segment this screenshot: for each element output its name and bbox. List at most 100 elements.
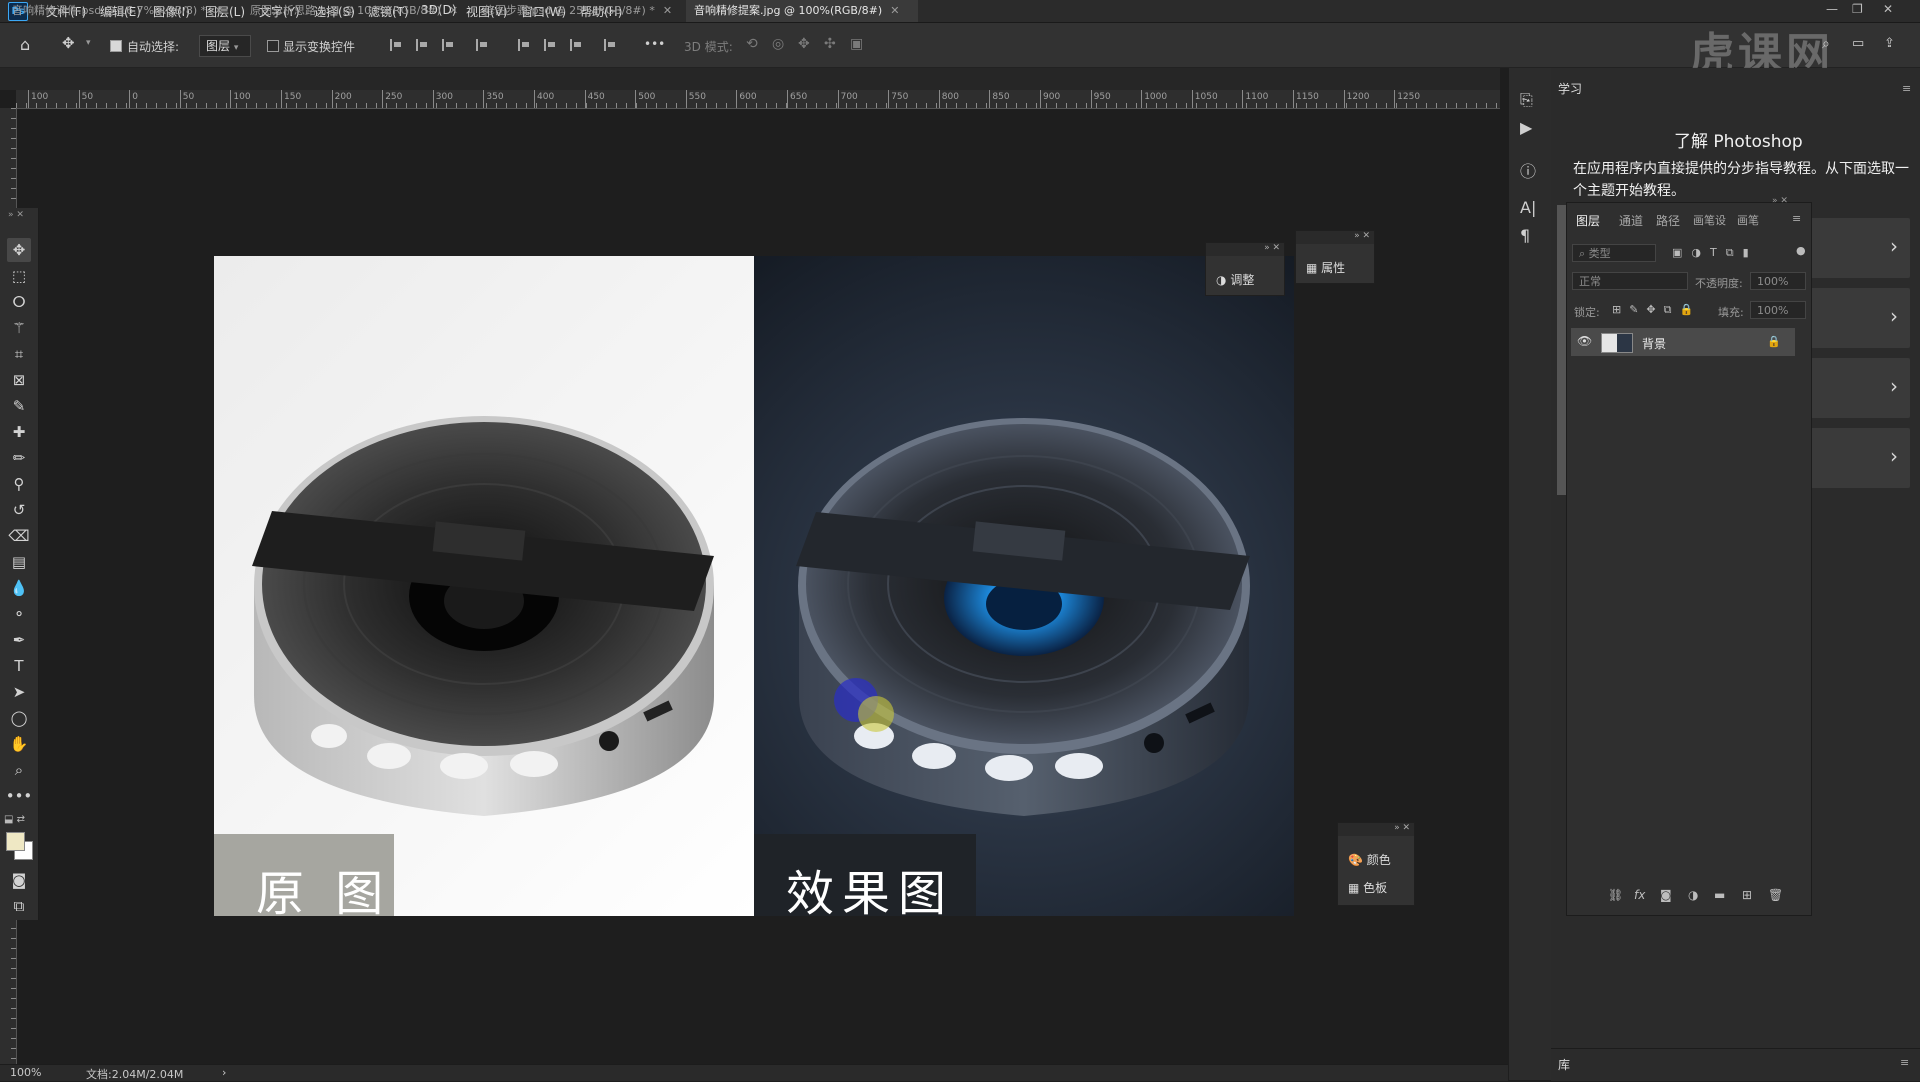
adjustment-layer-icon[interactable]: ◑ [1688,888,1698,902]
stamp-tool-icon[interactable]: ⚲ [7,472,31,496]
share-icon[interactable]: ⇪ [1884,36,1895,51]
move-tool-icon[interactable]: ✥ [7,238,31,262]
lock-icons[interactable]: ⊞✎✥⧉🔒 [1612,303,1701,317]
tab-paths[interactable]: 路径 [1656,212,1680,229]
collapse-icon[interactable]: » ✕ [1354,231,1370,241]
close-icon[interactable]: ✕ [449,4,458,17]
opacity-input[interactable]: 100% [1750,272,1806,290]
close-icon[interactable]: ✕ [1883,2,1893,16]
tab-retouch-steps[interactable]: 修图步骤.psd @ 25%(RGB/8#) * ✕ [480,0,694,22]
link-layers-icon[interactable]: ⛓ [1608,888,1623,902]
filter-icons[interactable]: ▣◑T⧉▮ [1672,246,1758,260]
blend-mode-select[interactable]: 正常 [1572,272,1688,290]
tab-proposal[interactable]: 音响精修提案.jpg @ 100%(RGB/8#) ✕ [686,0,918,22]
distribute-vertical-icon[interactable] [604,39,616,51]
trash-icon[interactable]: 🗑 [1768,888,1783,902]
camera-3d-icon[interactable]: ▣ [850,36,863,52]
path-select-tool-icon[interactable]: ➤ [7,680,31,704]
play-icon[interactable]: ▶ [1520,118,1532,137]
minimize-icon[interactable]: — [1826,2,1838,16]
foreground-color-swatch[interactable] [6,832,25,851]
screen-mode-icon[interactable]: ⧉ [7,894,31,918]
home-icon[interactable]: ⌂ [20,35,30,54]
move-tool-icon[interactable]: ✥ [62,34,75,52]
auto-select-checkbox[interactable] [110,40,122,52]
type-tool-icon[interactable]: T [7,654,31,678]
close-icon[interactable]: ✕ [890,4,899,17]
chevron-right-icon[interactable]: › [222,1066,226,1079]
character-icon[interactable]: A| [1520,198,1536,217]
distribute-icon[interactable] [476,39,488,51]
color-panel-button[interactable]: 🎨 颜色 [1348,851,1391,868]
align-center-icon[interactable] [416,39,428,51]
swap-colors-icon[interactable]: ⬓ ⇄ [4,814,25,825]
align-middle-icon[interactable] [544,39,556,51]
chevron-down-icon[interactable]: ▾ [86,38,91,48]
crop-tool-icon[interactable]: ⌗ [7,342,31,366]
pen-tool-icon[interactable]: ✒ [7,628,31,652]
tab-analysis[interactable]: 原图分析思路.psd @ 100%(RGB/8#) ✕ [246,0,470,22]
brush-tool-icon[interactable]: ✏ [7,446,31,470]
workspace-icon[interactable]: ▭ [1852,36,1864,51]
panel-menu-icon[interactable]: ≡ [1900,1056,1909,1069]
collapse-icon[interactable]: » ✕ [8,210,24,220]
learn-tab[interactable]: 学习 [1558,80,1582,97]
panel-menu-icon[interactable]: ≡ [1792,212,1801,225]
close-icon[interactable]: ✕ [214,4,223,17]
info-icon[interactable]: ⓘ [1520,158,1536,182]
zoom-level[interactable]: 100% [10,1066,41,1079]
tab-layers[interactable]: 图层 [1576,212,1600,229]
pan-3d-icon[interactable]: ✥ [798,36,810,52]
new-layer-icon[interactable]: ⊞ [1742,888,1752,902]
blur-tool-icon[interactable]: 💧 [7,576,31,600]
eraser-tool-icon[interactable]: ⌫ [7,524,31,548]
tab-brush-settings[interactable]: 画笔设 [1693,212,1726,228]
document-canvas[interactable]: 原 图 效果图 [214,256,1294,916]
align-bottom-icon[interactable] [570,39,582,51]
libraries-label[interactable]: 库 [1558,1056,1570,1073]
zoom-tool-icon[interactable]: ⌕ [7,758,31,782]
align-left-icon[interactable] [390,39,402,51]
quick-mask-icon[interactable]: ◙ [7,868,31,892]
tab-channels[interactable]: 通道 [1619,212,1643,229]
magic-wand-tool-icon[interactable]: ⚚ [7,316,31,340]
fx-icon[interactable]: fx [1634,888,1645,902]
eyedropper-tool-icon[interactable]: ✎ [7,394,31,418]
shape-tool-icon[interactable]: ◯ [7,706,31,730]
frame-tool-icon[interactable]: ⊠ [7,368,31,392]
show-transform-checkbox[interactable] [267,40,279,52]
tab-brushes[interactable]: 画笔 [1737,212,1759,228]
collapse-icon[interactable]: » ✕ [1772,196,1788,206]
new-group-icon[interactable]: ▬ [1714,888,1725,902]
gradient-tool-icon[interactable]: ▤ [7,550,31,574]
adjustments-panel-button[interactable]: ◑ 调整 [1216,271,1254,288]
hand-tool-icon[interactable]: ✋ [7,732,31,756]
slide-3d-icon[interactable]: ✣ [824,36,836,52]
layer-filter-select[interactable]: ⌕ 类型 [1572,244,1656,262]
history-brush-tool-icon[interactable]: ↺ [7,498,31,522]
roll-3d-icon[interactable]: ◎ [772,36,784,52]
panel-menu-icon[interactable]: ≡ [1902,82,1911,95]
fill-input[interactable]: 100% [1750,301,1806,319]
auto-select-dropdown[interactable]: 图层 ▾ [199,35,251,57]
lasso-tool-icon[interactable]: ⵔ [7,290,31,314]
healing-brush-tool-icon[interactable]: ✚ [7,420,31,444]
close-icon[interactable]: ✕ [663,4,672,17]
more-tools-icon[interactable]: ••• [6,784,33,808]
history-icon[interactable]: ⎘ [1520,90,1533,110]
filter-toggle-icon[interactable]: ● [1796,244,1806,257]
collapse-icon[interactable]: » ✕ [1264,243,1280,253]
marquee-tool-icon[interactable]: ⬚ [7,264,31,288]
orbit-3d-icon[interactable]: ⟲ [746,36,758,52]
lock-icon[interactable]: 🔒 [1767,335,1781,348]
properties-panel-button[interactable]: ▦ 属性 [1306,259,1345,276]
tab-speaker-course[interactable]: 音响精修课件.psd @ 16.7%(RGB/8) * ✕ [6,0,248,22]
swatches-panel-button[interactable]: ▦ 色板 [1348,879,1387,896]
align-top-icon[interactable] [518,39,530,51]
dodge-tool-icon[interactable]: ⚬ [7,602,31,626]
align-right-icon[interactable] [442,39,454,51]
restore-icon[interactable]: ❐ [1852,2,1863,16]
paragraph-icon[interactable]: ¶ [1520,226,1530,245]
add-mask-icon[interactable]: ◙ [1660,888,1672,902]
eye-icon[interactable]: 👁 [1577,334,1592,348]
